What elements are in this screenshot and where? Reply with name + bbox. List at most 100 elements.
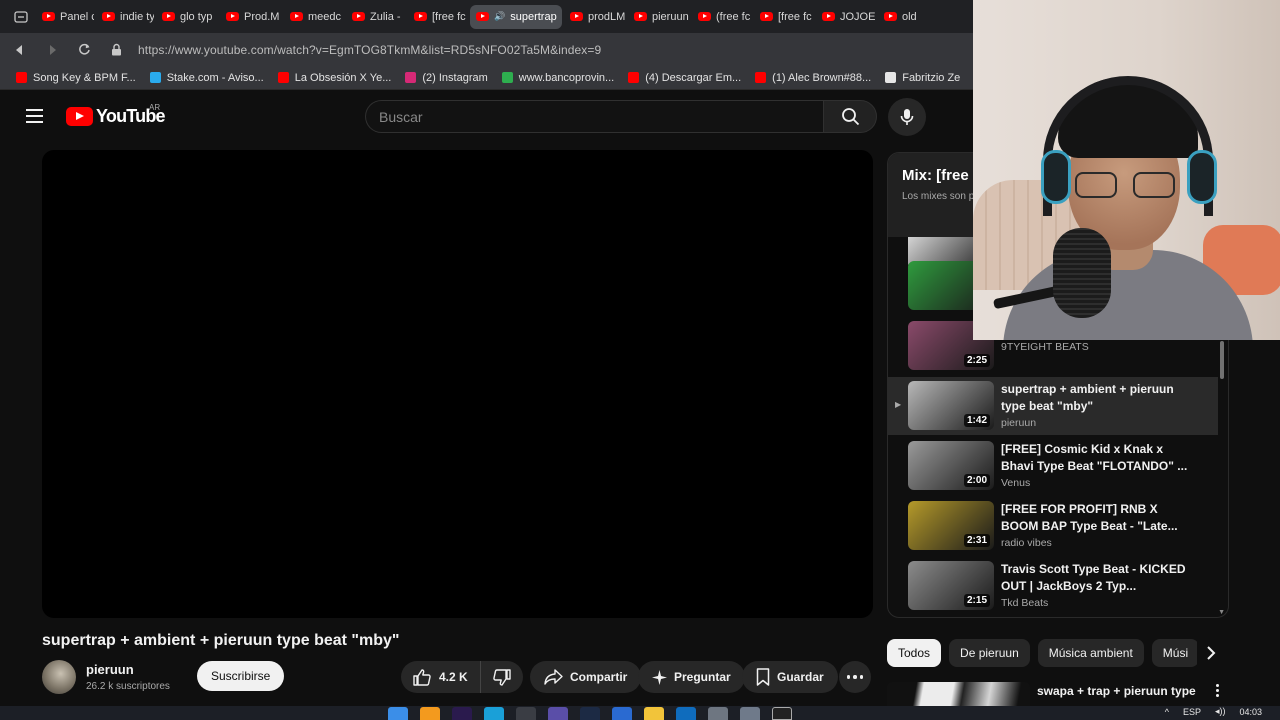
playlist-item-current[interactable]: ▶ 1:42 supertrap + ambient + pieruun type … bbox=[888, 377, 1218, 435]
browser-tab[interactable]: Zulia - bbox=[346, 5, 406, 29]
browser-tab[interactable]: JOJOE bbox=[816, 5, 876, 29]
scroll-down-icon[interactable]: ▼ bbox=[1218, 609, 1225, 616]
ask-button[interactable]: Preguntar bbox=[638, 661, 745, 693]
playlist-thumbnail[interactable]: 2:15 bbox=[908, 561, 994, 610]
browser-tab[interactable]: old bbox=[878, 5, 918, 29]
bookmark-item[interactable]: Stake.com - Aviso... bbox=[149, 72, 264, 84]
bookmark-item[interactable]: Song Key & BPM F... bbox=[16, 72, 136, 84]
playlist-item-title[interactable]: [FREE] Cosmic Kid x Knak x Bhavi Type Be… bbox=[1001, 441, 1191, 475]
search-input[interactable] bbox=[379, 108, 823, 125]
search-button[interactable] bbox=[823, 100, 877, 133]
duration-badge: 2:15 bbox=[963, 594, 990, 607]
up-next-more-icon[interactable] bbox=[1216, 684, 1219, 697]
playlist-scrollbar[interactable] bbox=[1220, 341, 1224, 379]
share-label: Compartir bbox=[570, 670, 628, 684]
more-actions-button[interactable] bbox=[839, 661, 871, 693]
fl-studio-icon[interactable] bbox=[420, 707, 440, 720]
browser-tab[interactable]: pieruun bbox=[628, 5, 690, 29]
calculator-icon[interactable] bbox=[708, 707, 728, 720]
folder-icon[interactable] bbox=[644, 707, 664, 720]
windows-start-icon[interactable] bbox=[388, 707, 408, 720]
playlist-item-channel[interactable]: pieruun bbox=[1001, 417, 1036, 429]
video-player[interactable] bbox=[42, 150, 873, 618]
browser-tab[interactable]: [free fc bbox=[408, 5, 468, 29]
browser-tab[interactable]: Prod.M bbox=[220, 5, 282, 29]
save-button[interactable]: Guardar bbox=[742, 661, 838, 693]
obs-icon[interactable] bbox=[772, 707, 792, 720]
channel-name[interactable]: pieruun bbox=[86, 662, 134, 677]
lock-icon[interactable] bbox=[106, 40, 126, 60]
playlist-item-channel[interactable]: radio vibes bbox=[1001, 537, 1052, 549]
browser-tab[interactable]: meedc bbox=[284, 5, 344, 29]
bookmark-item[interactable]: www.bancoprovin... bbox=[501, 72, 614, 84]
bookmark-item[interactable]: (4) Descargar Em... bbox=[628, 72, 741, 84]
bookmark-item[interactable]: Fabritzio Ze bbox=[885, 72, 960, 84]
duration-badge: 2:00 bbox=[963, 474, 990, 487]
youtube-favicon bbox=[884, 12, 897, 21]
up-next-title[interactable]: swapa + trap + pieruun type bbox=[1037, 684, 1196, 698]
menu-icon[interactable] bbox=[26, 109, 43, 123]
channel-avatar[interactable] bbox=[42, 660, 76, 694]
forward-icon[interactable] bbox=[42, 40, 62, 60]
filter-chip[interactable]: Música ambient bbox=[1037, 639, 1144, 667]
bookmark-item[interactable]: (2) Instagram bbox=[405, 72, 488, 84]
taskbar-apps bbox=[388, 707, 792, 720]
dislike-button[interactable] bbox=[481, 661, 523, 693]
youtube-play-icon bbox=[66, 107, 93, 126]
browser-tab[interactable]: indie ty bbox=[96, 5, 154, 29]
edge-icon[interactable] bbox=[484, 707, 504, 720]
browser-tab[interactable]: (free fc bbox=[692, 5, 752, 29]
playlist-item-title[interactable]: [FREE FOR PROFIT] RNB X BOOM BAP Type Be… bbox=[1001, 501, 1191, 535]
bookmark-item[interactable]: La Obsesión X Ye... bbox=[277, 71, 392, 84]
language-indicator[interactable]: ESP bbox=[1183, 707, 1201, 717]
address-bar: https://www.youtube.com/watch?v=EgmTOG8T… bbox=[0, 33, 973, 66]
subscribe-button[interactable]: Suscribirse bbox=[197, 661, 285, 691]
premiere-icon[interactable] bbox=[452, 707, 472, 720]
bookmark-favicon bbox=[277, 72, 289, 83]
reload-icon[interactable] bbox=[74, 40, 94, 60]
browser-tab[interactable]: glo typ bbox=[156, 5, 218, 29]
playlist-thumbnail[interactable]: 2:00 bbox=[908, 441, 994, 490]
bookmark-item[interactable]: (1) Alec Brown#88... bbox=[755, 72, 871, 84]
playlist-item-channel[interactable]: Tkd Beats bbox=[1001, 597, 1048, 609]
playlist-item-channel[interactable]: Venus bbox=[1001, 477, 1030, 489]
chips-next-button[interactable] bbox=[1197, 639, 1225, 667]
playlist-thumbnail[interactable]: 2:31 bbox=[908, 501, 994, 550]
youtube-favicon bbox=[634, 12, 647, 21]
back-icon[interactable] bbox=[10, 40, 30, 60]
playlist-item[interactable]: 2:15 Travis Scott Type Beat - KICKED OUT … bbox=[888, 557, 1218, 615]
tray-chevron-icon[interactable]: ^ bbox=[1165, 707, 1169, 717]
bookmark-label: La Obsesión X Ye... bbox=[294, 71, 392, 84]
app-icon[interactable] bbox=[516, 707, 536, 720]
clock[interactable]: 04:03 bbox=[1239, 707, 1262, 717]
browser-tab[interactable]: Panel c bbox=[36, 5, 94, 29]
bookmark-label: (4) Descargar Em... bbox=[645, 71, 742, 84]
tab-search-icon[interactable] bbox=[8, 4, 34, 30]
playlist-thumbnail[interactable]: 1:42 bbox=[908, 381, 994, 430]
playlist-title[interactable]: Mix: [free bbox=[902, 167, 969, 184]
bookmark-favicon bbox=[16, 72, 27, 83]
settings-gear-icon[interactable] bbox=[740, 707, 760, 720]
steam-icon[interactable] bbox=[580, 707, 600, 720]
store-icon[interactable] bbox=[612, 707, 632, 720]
browser-tab[interactable]: prodLM bbox=[564, 5, 626, 29]
browser-tab[interactable]: 🔊 supertrap bbox=[470, 4, 562, 29]
volume-icon[interactable]: ◂)) bbox=[1215, 706, 1226, 717]
filter-chip[interactable]: Músi bbox=[1151, 639, 1200, 667]
filter-chip[interactable]: Todos bbox=[887, 639, 942, 667]
browser-tab[interactable]: [free fc bbox=[754, 5, 814, 29]
playlist-item[interactable]: 2:00 [FREE] Cosmic Kid x Knak x Bhavi Typ… bbox=[888, 437, 1218, 495]
filter-chip[interactable]: De pieruun bbox=[949, 639, 1030, 667]
playlist-item-channel[interactable]: 9TYEIGHT BEATS bbox=[1001, 341, 1089, 353]
voice-search-button[interactable] bbox=[888, 98, 926, 136]
notes-icon[interactable] bbox=[548, 707, 568, 720]
ask-label: Preguntar bbox=[674, 670, 731, 684]
like-button[interactable]: 4.2 K bbox=[401, 661, 481, 693]
playlist-item-title[interactable]: supertrap + ambient + pieruun type beat … bbox=[1001, 381, 1191, 415]
playlist-item[interactable]: 2:31 [FREE FOR PROFIT] RNB X BOOM BAP Typ… bbox=[888, 497, 1218, 555]
share-button[interactable]: Compartir bbox=[530, 661, 642, 693]
outlook-icon[interactable] bbox=[676, 707, 696, 720]
url-field[interactable]: https://www.youtube.com/watch?v=EgmTOG8T… bbox=[138, 43, 601, 57]
playlist-item-title[interactable]: Travis Scott Type Beat - KICKED OUT | Ja… bbox=[1001, 561, 1191, 595]
youtube-favicon bbox=[476, 12, 489, 21]
